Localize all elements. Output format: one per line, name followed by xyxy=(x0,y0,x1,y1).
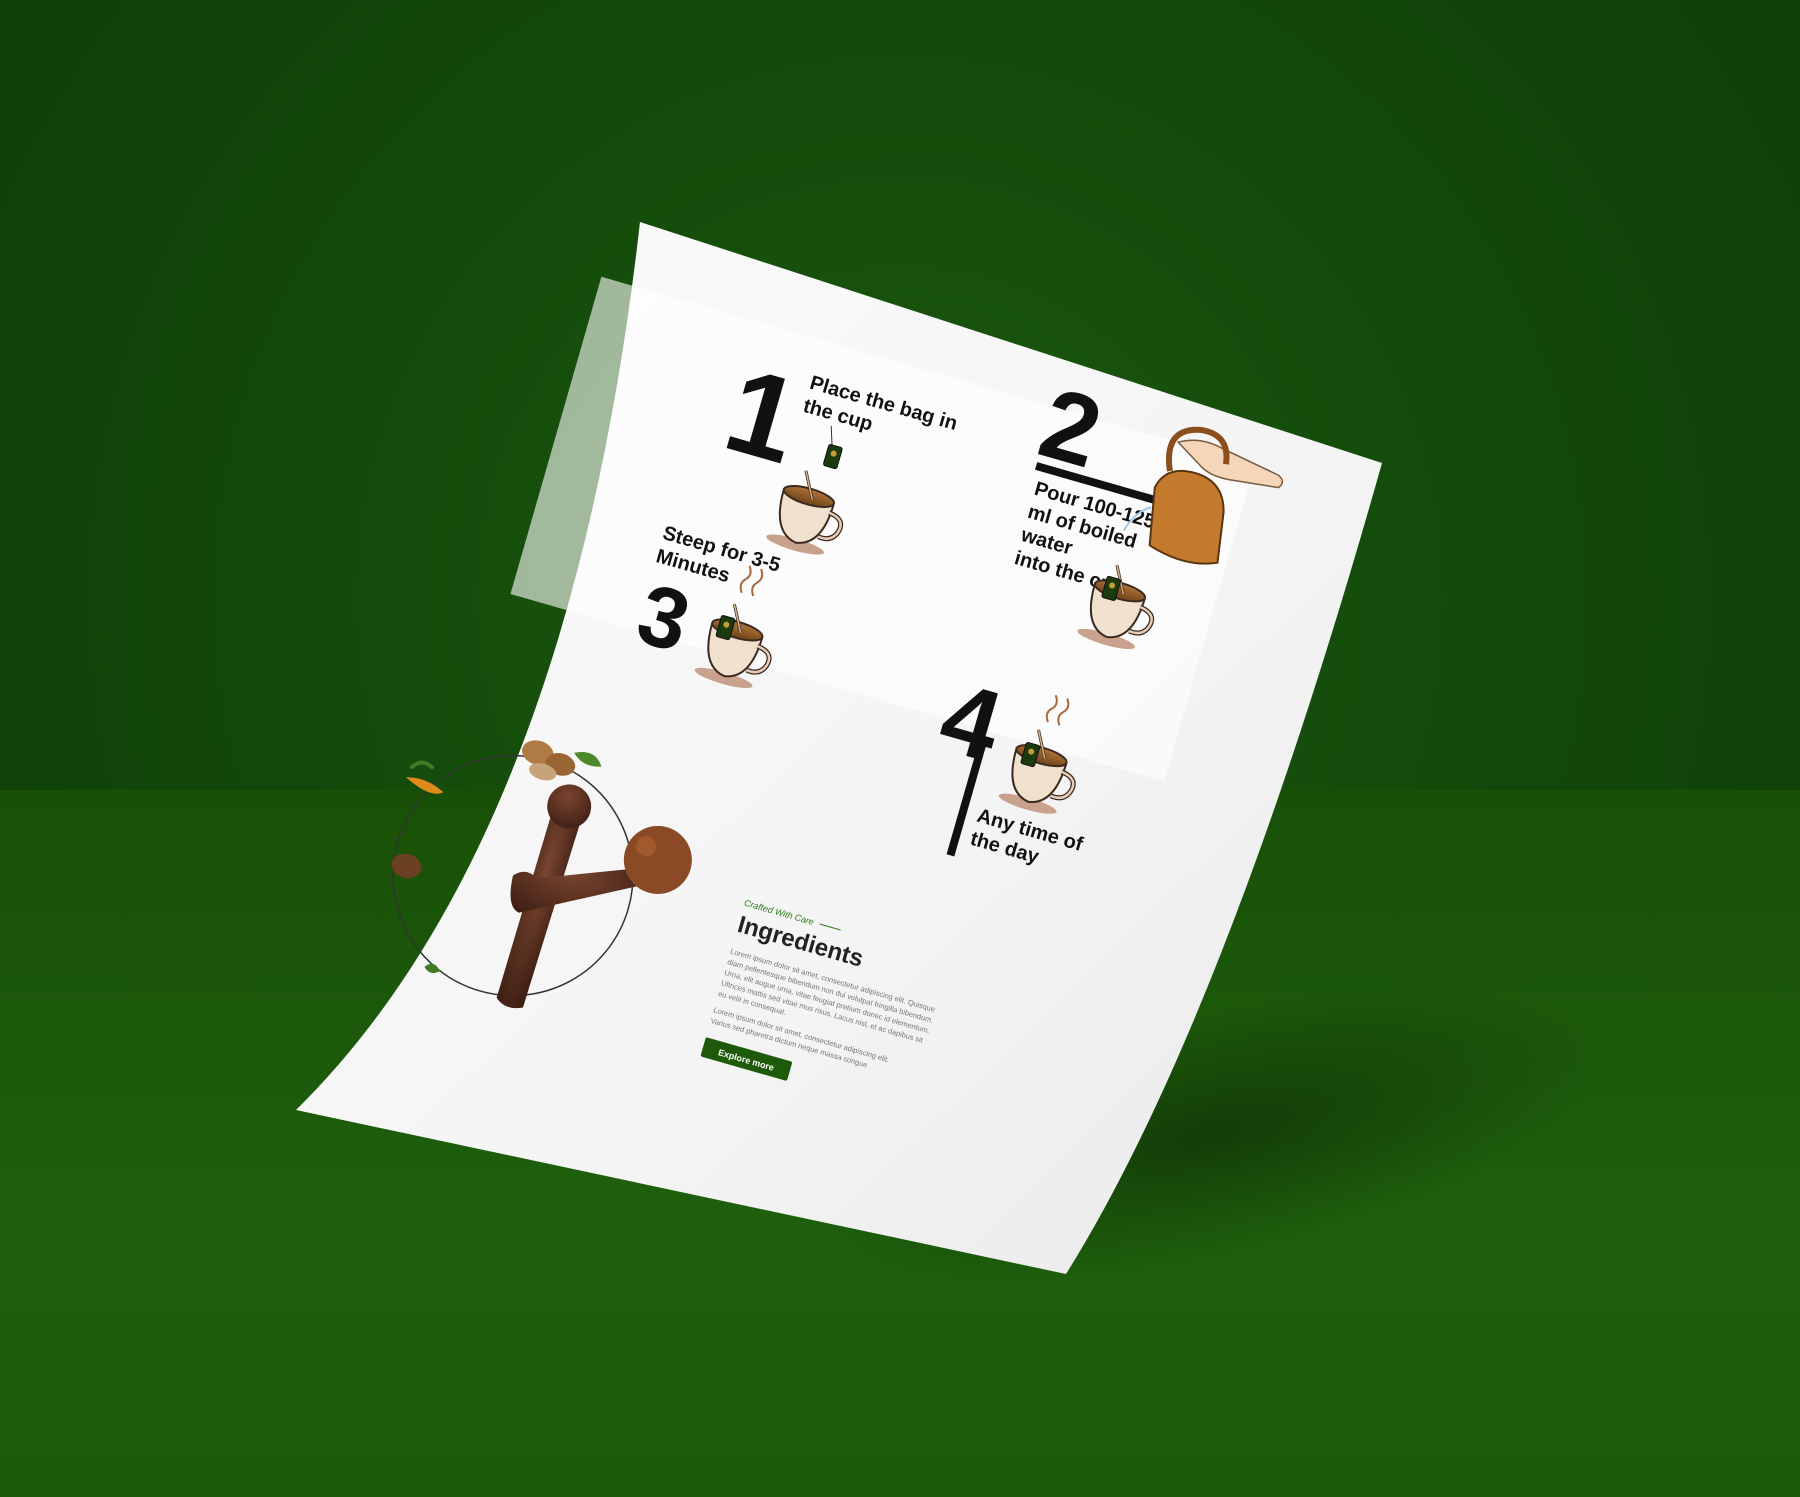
paper-mockup: 1 Place the bag in the cup 2 Pour 100-12… xyxy=(296,222,1382,1274)
